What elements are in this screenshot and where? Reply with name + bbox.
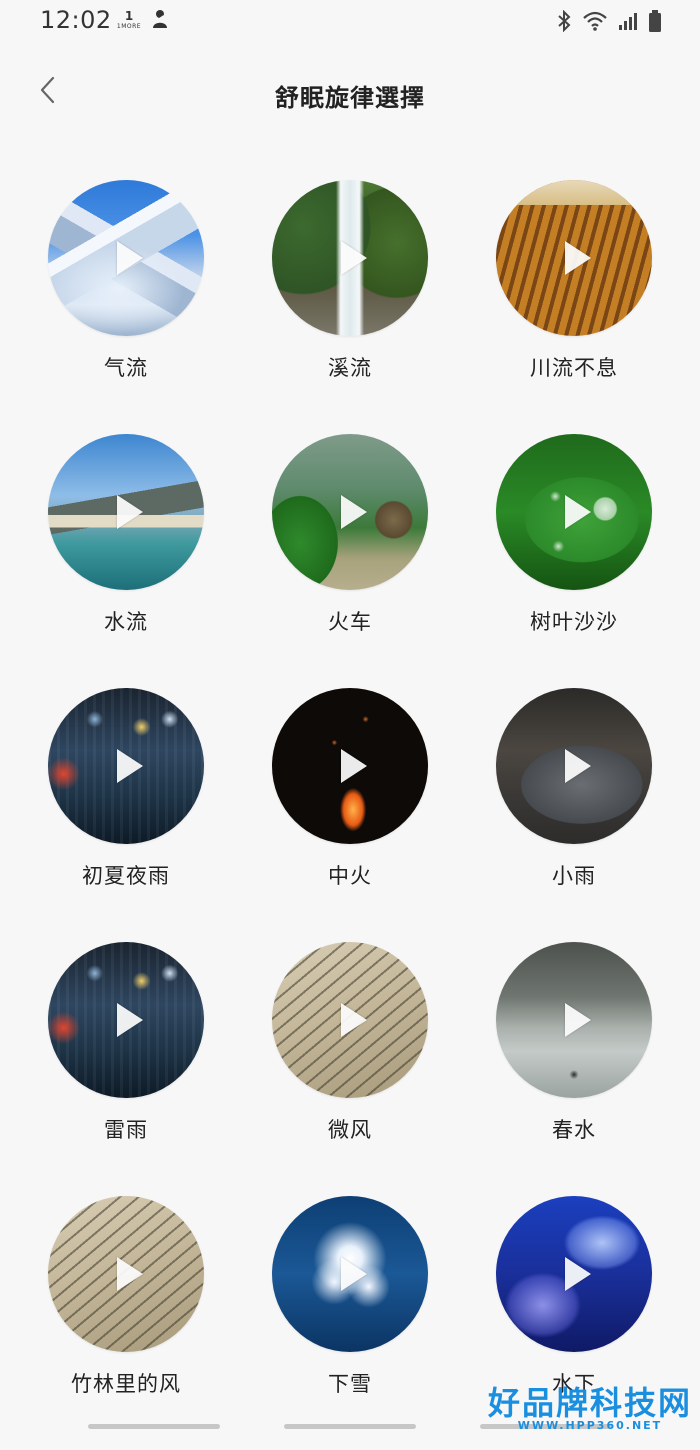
brand-number: 1 — [124, 9, 134, 23]
wifi-icon — [582, 10, 608, 32]
melody-label: 川流不息 — [530, 356, 618, 380]
thumbnail-palm-leaf — [48, 1196, 204, 1352]
thumbnail-night-city-rain — [48, 942, 204, 1098]
thumbnail-night-city-rain — [48, 688, 204, 844]
melody-item-breeze[interactable]: 微风 — [238, 942, 462, 1196]
thumbnail-jellyfish — [496, 1196, 652, 1352]
play-icon — [565, 1003, 591, 1037]
watermark-text: 好品牌科技网 — [487, 1384, 692, 1422]
watermark-url: WWW.HPP360.NET — [517, 1419, 663, 1432]
thumbnail-campfire — [272, 688, 428, 844]
melody-label: 初夏夜雨 — [82, 864, 170, 888]
melody-item-thunderstorm[interactable]: 雷雨 — [14, 942, 238, 1196]
status-bar: 12:02 1 1MORE — [0, 0, 700, 44]
thumbnail-leaf-drops — [496, 434, 652, 590]
thumbnail-valley-house — [272, 434, 428, 590]
melody-item-medium-fire[interactable]: 中火 — [238, 688, 462, 942]
play-icon — [565, 1257, 591, 1291]
melody-item-water-flow[interactable]: 水流 — [14, 434, 238, 688]
status-time: 12:02 — [40, 6, 112, 34]
brand-icon: 1 1MORE — [116, 9, 142, 35]
battery-icon — [648, 9, 662, 33]
thumbnail-lake-river — [48, 434, 204, 590]
header: 舒眠旋律選擇 — [0, 64, 700, 128]
melody-label: 微风 — [328, 1118, 372, 1142]
play-icon — [117, 749, 143, 783]
melody-label: 下雪 — [328, 1372, 372, 1396]
page-title: 舒眠旋律選擇 — [275, 84, 425, 112]
melody-label: 水流 — [104, 610, 148, 634]
bluetooth-icon — [556, 10, 572, 32]
thumbnail-farm-rows — [496, 180, 652, 336]
watermark: 好品牌科技网 WWW.HPP360.NET — [488, 1386, 692, 1432]
melody-label: 火车 — [328, 610, 372, 634]
play-icon — [117, 241, 143, 275]
play-icon — [565, 749, 591, 783]
signal-icon — [618, 11, 638, 31]
thumbnail-river-boat — [496, 942, 652, 1098]
thumbnail-snow-crystal — [272, 1196, 428, 1352]
melody-label: 雷雨 — [104, 1118, 148, 1142]
melody-label: 春水 — [552, 1118, 596, 1142]
play-icon — [117, 495, 143, 529]
play-icon — [565, 241, 591, 275]
melody-item-endless-river[interactable]: 川流不息 — [462, 180, 686, 434]
brand-text: 1MORE — [116, 23, 142, 30]
play-icon — [341, 1003, 367, 1037]
melody-item-stream[interactable]: 溪流 — [238, 180, 462, 434]
melody-label: 气流 — [104, 356, 148, 380]
notification-person-icon — [150, 8, 170, 32]
thumbnail-umbrella — [496, 688, 652, 844]
melody-item-bamboo-wind[interactable]: 竹林里的风 — [14, 1196, 238, 1450]
play-icon — [117, 1257, 143, 1291]
melody-item-airflow[interactable]: 气流 — [14, 180, 238, 434]
play-icon — [341, 495, 367, 529]
play-icon — [341, 1257, 367, 1291]
thumbnail-waterfall — [272, 180, 428, 336]
play-icon — [341, 749, 367, 783]
melody-label: 竹林里的风 — [71, 1372, 181, 1396]
play-icon — [341, 241, 367, 275]
melody-item-rustling-leaves[interactable]: 树叶沙沙 — [462, 434, 686, 688]
melody-label: 溪流 — [328, 356, 372, 380]
melody-item-train[interactable]: 火车 — [238, 434, 462, 688]
melody-label: 小雨 — [552, 864, 596, 888]
melody-label: 中火 — [328, 864, 372, 888]
play-icon — [565, 495, 591, 529]
melody-item-snowfall[interactable]: 下雪 — [238, 1196, 462, 1450]
nav-recent-pill[interactable] — [88, 1424, 220, 1429]
melody-grid: 气流 溪流 川流不息 水流 火车 树叶沙沙 初夏夜雨 中火 小雨 雷雨 微风 春… — [14, 180, 686, 1450]
thumbnail-mountain-snow — [48, 180, 204, 336]
melody-item-spring-water[interactable]: 春水 — [462, 942, 686, 1196]
nav-home-pill[interactable] — [284, 1424, 416, 1429]
melody-label: 树叶沙沙 — [530, 610, 618, 634]
melody-item-summer-night-rain[interactable]: 初夏夜雨 — [14, 688, 238, 942]
thumbnail-palm-leaf — [272, 942, 428, 1098]
play-icon — [117, 1003, 143, 1037]
melody-item-light-rain[interactable]: 小雨 — [462, 688, 686, 942]
